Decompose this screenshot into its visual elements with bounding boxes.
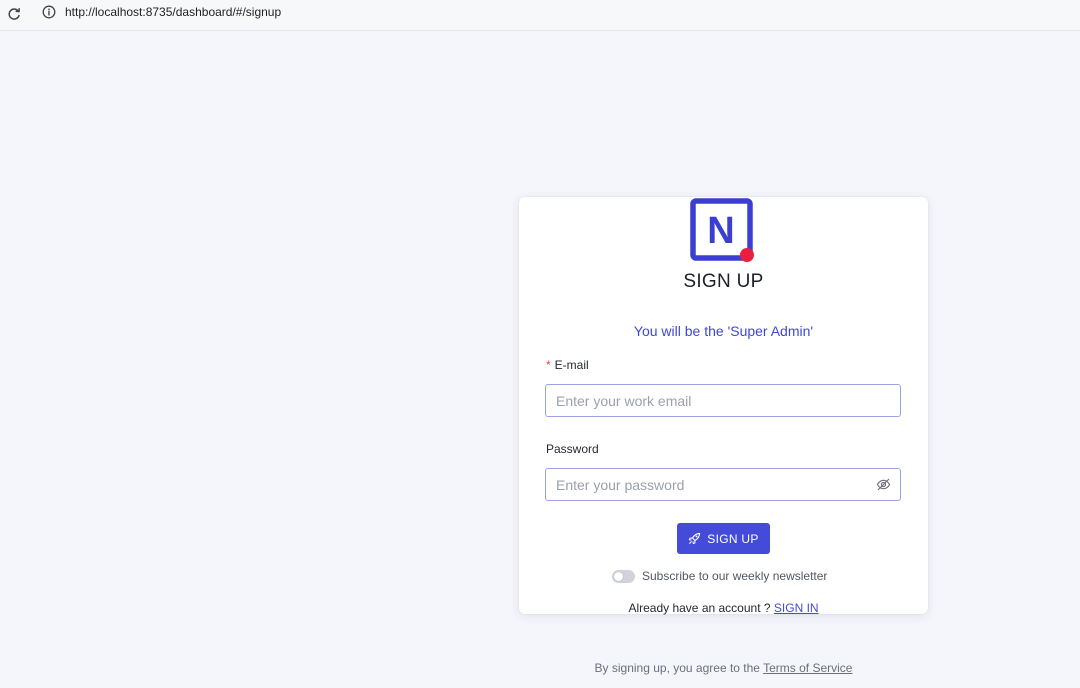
app-logo: N	[690, 198, 754, 262]
signin-prompt: Already have an account ? SIGN IN	[519, 601, 928, 615]
email-label-text: E-mail	[554, 358, 589, 372]
sign-up-button-label: SIGN UP	[707, 531, 759, 546]
site-info-icon[interactable]	[42, 5, 56, 19]
sign-up-button[interactable]: SIGN UP	[677, 523, 770, 554]
email-field-wrapper	[545, 384, 901, 417]
toggle-knob	[614, 572, 623, 581]
required-mark: *	[546, 358, 551, 372]
email-input[interactable]	[546, 385, 900, 416]
logo-letter: N	[707, 210, 734, 252]
newsletter-label: Subscribe to our weekly newsletter	[642, 569, 828, 583]
address-bar-url[interactable]: http://localhost:8735/dashboard/#/signup	[65, 5, 281, 19]
super-admin-note: You will be the 'Super Admin'	[633, 323, 814, 339]
terms-notice: By signing up, you agree to the Terms of…	[519, 661, 928, 675]
terms-prefix: By signing up, you agree to the	[594, 661, 760, 675]
reload-icon[interactable]	[6, 6, 22, 22]
sign-in-link[interactable]: SIGN IN	[774, 601, 819, 615]
signin-prompt-text: Already have an account ?	[628, 601, 771, 615]
page-title: SIGN UP	[683, 271, 764, 292]
password-field-wrapper	[545, 468, 901, 501]
rocket-icon	[689, 532, 701, 545]
password-input[interactable]	[546, 469, 900, 500]
newsletter-toggle[interactable]	[612, 570, 635, 583]
eye-slash-icon[interactable]	[876, 477, 891, 492]
email-label: * E-mail	[546, 358, 589, 372]
password-label: Password	[546, 442, 599, 456]
terms-of-service-link[interactable]: Terms of Service	[763, 661, 852, 675]
browser-toolbar: http://localhost:8735/dashboard/#/signup	[0, 0, 1080, 31]
